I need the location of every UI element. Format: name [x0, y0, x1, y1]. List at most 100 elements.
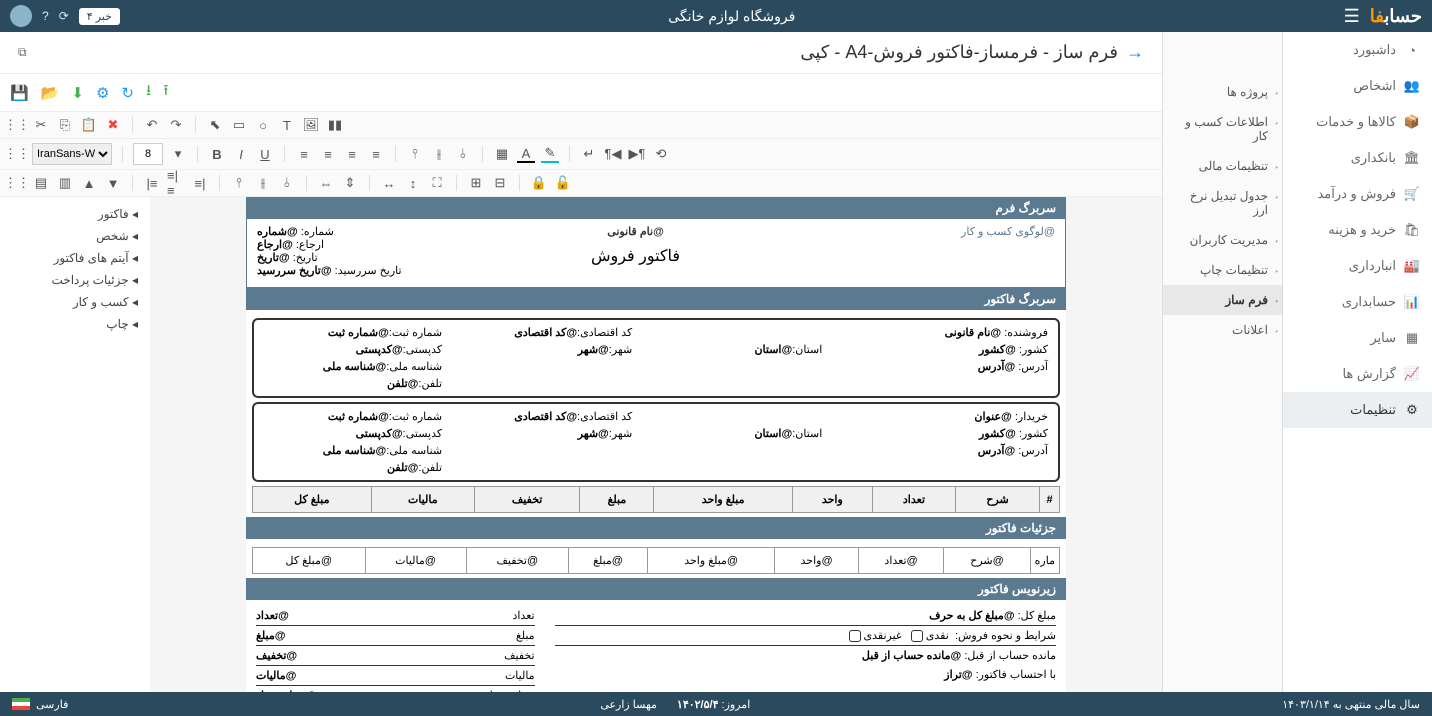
insert-menu: ◂ فاکتور ◂ شخص ◂ آیتم های فاکتور ◂ جزئیا… — [0, 197, 150, 692]
text-color-icon[interactable]: A — [517, 145, 535, 163]
sidebar-item-products[interactable]: 📦کالاها و خدمات — [1283, 104, 1432, 140]
pointer-icon[interactable]: ⬉ — [206, 116, 224, 134]
language-selector[interactable]: فارسی — [12, 698, 68, 711]
paste-icon[interactable]: 📋 — [80, 116, 98, 134]
cash-checkbox[interactable] — [911, 630, 923, 642]
menu-item-print[interactable]: ◂ چاپ — [0, 313, 150, 335]
circle-icon[interactable]: ○ — [254, 116, 272, 134]
ltr-icon[interactable]: ▶¶ — [628, 145, 646, 163]
menu-item-person[interactable]: ◂ شخص — [0, 225, 150, 247]
delete-icon[interactable]: ✖ — [104, 116, 122, 134]
sidebar-item-reports[interactable]: 📈گزارش ها — [1283, 356, 1432, 392]
back-arrow-icon[interactable]: → — [1126, 42, 1144, 63]
sub-item-print[interactable]: تنظیمات چاپ — [1163, 255, 1282, 285]
bring-front-icon[interactable]: ▤ — [32, 174, 50, 192]
underline-icon[interactable]: U — [256, 145, 274, 163]
menu-item-paydetails[interactable]: ◂ جزئیات پرداخت — [0, 269, 150, 291]
sidebar-item-banking[interactable]: 🏛بانکداری — [1283, 140, 1432, 176]
sidebar-item-accounting[interactable]: 📊حسابداری — [1283, 284, 1432, 320]
sidebar-item-purchase[interactable]: 🛍خرید و هزینه — [1283, 212, 1432, 248]
group-icon[interactable]: ⊞ — [467, 174, 485, 192]
drag-icon[interactable]: ⋮⋮ — [8, 116, 26, 134]
rect-icon[interactable]: ▭ — [230, 116, 248, 134]
drag2-icon[interactable]: ⋮⋮ — [8, 145, 26, 163]
cut-icon[interactable]: ✂ — [32, 116, 50, 134]
drag3-icon[interactable]: ⋮⋮ — [8, 174, 26, 192]
sub-item-users[interactable]: مدیریت کاربران — [1163, 225, 1282, 255]
ungroup-icon[interactable]: ⊟ — [491, 174, 509, 192]
same-w-icon[interactable]: ↔ — [380, 174, 398, 192]
font-select[interactable]: IranSans-Web — [32, 143, 112, 165]
sub-item-financial[interactable]: تنظیمات مالی — [1163, 151, 1282, 181]
align-left-icon[interactable]: ≡ — [295, 145, 313, 163]
font-size-input[interactable] — [133, 143, 163, 165]
menu-item-business[interactable]: ◂ کسب و کار — [0, 291, 150, 313]
gear-icon[interactable]: ⚙ — [96, 84, 109, 102]
align-c2-icon[interactable]: ≡|≡ — [167, 174, 185, 192]
italic-icon[interactable]: I — [232, 145, 250, 163]
align-l2-icon[interactable]: |≡ — [143, 174, 161, 192]
refresh2-icon[interactable]: ↻ — [121, 84, 134, 102]
valign-top-icon[interactable]: ⫯ — [406, 145, 424, 163]
section-header-form: سربرگ فرم — [246, 197, 1066, 219]
rotate-icon[interactable]: ⟲ — [652, 145, 670, 163]
sidebar-item-warehouse[interactable]: 🏭انبارداری — [1283, 248, 1432, 284]
valign-mid-icon[interactable]: ⫲ — [430, 145, 448, 163]
same-size-icon[interactable]: ⛶ — [428, 174, 446, 192]
border-icon[interactable]: ▦ — [493, 145, 511, 163]
sidebar-item-dashboard[interactable]: ◔داشبورد — [1283, 32, 1432, 68]
barcode-icon[interactable]: ▮▮ — [326, 116, 344, 134]
redo-icon[interactable]: ↷ — [167, 116, 185, 134]
help-icon[interactable]: ? — [42, 9, 49, 23]
align-t2-icon[interactable]: ⫯ — [230, 174, 248, 192]
copy-icon[interactable]: ⧉ — [18, 45, 27, 60]
sub-item-businessinfo[interactable]: اطلاعات کسب و کار — [1163, 107, 1282, 151]
valign-bot-icon[interactable]: ⫰ — [454, 145, 472, 163]
lock-icon[interactable]: 🔒 — [530, 174, 548, 192]
align-center-icon[interactable]: ≡ — [319, 145, 337, 163]
sub-item-projects[interactable]: پروژه ها — [1163, 77, 1282, 107]
menu-item-invoice[interactable]: ◂ فاکتور — [0, 203, 150, 225]
dist-h-icon[interactable]: ⇔ — [317, 174, 335, 192]
sidebar-item-contacts[interactable]: 👥اشخاص — [1283, 68, 1432, 104]
sub-item-notifications[interactable]: اعلانات — [1163, 315, 1282, 345]
align-justify-icon[interactable]: ≡ — [367, 145, 385, 163]
export-icon[interactable]: ⬇ — [71, 84, 84, 102]
text-icon[interactable]: T — [278, 116, 296, 134]
noncash-checkbox[interactable] — [849, 630, 861, 642]
align-m2-icon[interactable]: ⫲ — [254, 174, 272, 192]
copy2-icon[interactable]: ⎘ — [56, 116, 74, 134]
save-icon[interactable]: 💾 — [10, 84, 29, 102]
form-canvas[interactable]: سربرگ فرم @لوگوی کسب و کار @نام قانونی ف… — [246, 197, 1066, 692]
dist-v-icon[interactable]: ⇕ — [341, 174, 359, 192]
layer-down-icon[interactable]: ▼ — [104, 174, 122, 192]
sub-item-exchange[interactable]: جدول تبدیل نرخ ارز — [1163, 181, 1282, 225]
upload-icon[interactable]: ⭱ — [163, 80, 168, 105]
align-right-icon[interactable]: ≡ — [343, 145, 361, 163]
wordwrap-icon[interactable]: ↵ — [580, 145, 598, 163]
unlock-icon[interactable]: 🔓 — [554, 174, 572, 192]
undo-icon[interactable]: ↶ — [143, 116, 161, 134]
avatar[interactable] — [10, 5, 32, 27]
align-r2-icon[interactable]: ≡| — [191, 174, 209, 192]
download-icon[interactable]: ⭳ — [146, 80, 151, 105]
layer-up-icon[interactable]: ▲ — [80, 174, 98, 192]
hamburger-icon[interactable]: ☰ — [1344, 6, 1360, 27]
menu-item-items[interactable]: ◂ آیتم های فاکتور — [0, 247, 150, 269]
sidebar-item-sales[interactable]: 🛒فروش و درآمد — [1283, 176, 1432, 212]
size-dropdown-icon[interactable]: ▾ — [169, 145, 187, 163]
bold-icon[interactable]: B — [208, 145, 226, 163]
sub-item-formbuilder[interactable]: فرم ساز — [1163, 285, 1282, 315]
same-h-icon[interactable]: ↕ — [404, 174, 422, 192]
news-badge[interactable]: خبر ۴ — [79, 8, 120, 25]
sidebar-item-settings[interactable]: ⚙تنظیمات — [1283, 392, 1432, 428]
sidebar-item-other[interactable]: ▦سایر — [1283, 320, 1432, 356]
highlight-icon[interactable]: ✎ — [541, 145, 559, 163]
send-back-icon[interactable]: ▥ — [56, 174, 74, 192]
refresh-icon[interactable]: ⟳ — [59, 9, 69, 23]
image-icon[interactable]: 🖼 — [302, 116, 320, 134]
align-b2-icon[interactable]: ⫰ — [278, 174, 296, 192]
canvas-wrap[interactable]: سربرگ فرم @لوگوی کسب و کار @نام قانونی ف… — [0, 197, 1162, 692]
open-icon[interactable]: 📂 — [41, 84, 60, 102]
rtl-icon[interactable]: ¶◀ — [604, 145, 622, 163]
